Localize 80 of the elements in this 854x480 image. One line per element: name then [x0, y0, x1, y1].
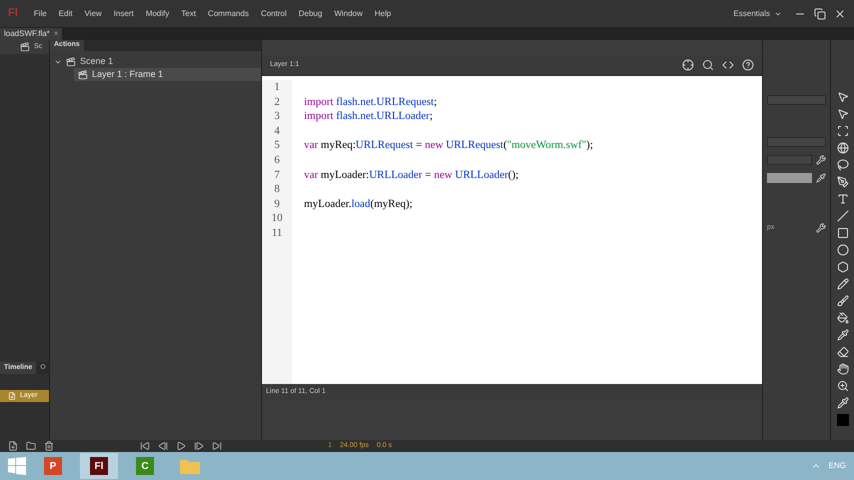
app-logo: Fl — [7, 6, 19, 22]
brush-icon[interactable] — [836, 295, 848, 307]
line-number: 1 — [274, 80, 280, 95]
ellipse-icon[interactable] — [836, 244, 848, 256]
text-icon[interactable] — [836, 193, 848, 205]
restore-icon[interactable] — [814, 8, 826, 20]
eyedropper-icon[interactable] — [816, 173, 826, 183]
target-icon[interactable] — [682, 59, 694, 71]
clapperboard-icon — [20, 42, 30, 52]
arrow-icon[interactable] — [836, 108, 848, 120]
menu-item[interactable]: Text — [181, 8, 196, 20]
rectangle-icon[interactable] — [836, 227, 848, 239]
line-number: 2 — [274, 94, 280, 110]
new-layer-icon[interactable] — [8, 441, 18, 451]
stroke-color-swatch[interactable] — [836, 414, 848, 426]
line-number: 11 — [272, 226, 282, 241]
line-number: 9 — [274, 196, 280, 212]
line-number: 8 — [274, 182, 280, 197]
tree-item[interactable]: Layer 1 : Frame 1 — [74, 68, 261, 81]
tree-item[interactable]: Scene 1 — [50, 55, 261, 68]
lasso-icon[interactable] — [836, 159, 848, 171]
menu-item[interactable]: View — [84, 8, 102, 20]
menu-item[interactable]: Modify — [146, 8, 170, 20]
paint-bucket-icon[interactable] — [836, 312, 848, 324]
step-forward-icon[interactable] — [194, 441, 204, 451]
code-line: myLoader.load(myReq); — [304, 196, 414, 212]
pen-icon[interactable] — [836, 176, 848, 188]
menu-item[interactable]: Debug — [298, 8, 322, 20]
zoom-icon[interactable] — [836, 380, 848, 392]
tab-close-button[interactable]: × — [54, 28, 58, 40]
wrench-icon[interactable] — [816, 223, 826, 234]
help-icon[interactable] — [742, 59, 754, 71]
input-field[interactable] — [767, 137, 826, 147]
eyedropper-icon[interactable] — [836, 397, 848, 409]
input-field[interactable] — [767, 95, 826, 105]
taskbar-app[interactable]: C — [126, 453, 164, 479]
menu-item[interactable]: Edit — [58, 8, 72, 20]
folder-icon[interactable] — [26, 441, 36, 451]
pencil-icon[interactable] — [836, 278, 848, 290]
menu-item[interactable]: Insert — [114, 8, 134, 20]
input-field[interactable] — [767, 155, 812, 165]
line-number: 3 — [274, 109, 280, 124]
code-line: var myReq:URLRequest = new URLRequest("moveWorm.swf"); — [304, 138, 594, 153]
line-number: 10 — [272, 211, 282, 226]
trash-icon[interactable] — [44, 441, 54, 451]
polygon-icon[interactable] — [836, 261, 848, 273]
taskbar-app[interactable]: Fl — [80, 453, 118, 479]
menu-item[interactable]: Control — [260, 8, 287, 20]
eraser-icon[interactable] — [836, 346, 848, 358]
code-line: import flash.net.URLLoader; — [304, 109, 434, 124]
code-icon[interactable] — [722, 59, 734, 71]
taskbar-app[interactable]: P — [34, 453, 72, 479]
menu-item[interactable]: Help — [374, 8, 392, 20]
line-icon[interactable] — [836, 210, 848, 222]
play-icon[interactable] — [176, 441, 186, 451]
first-frame-icon[interactable] — [140, 441, 150, 451]
menu-item[interactable]: File — [34, 8, 47, 20]
workspace-switcher[interactable]: Essentials — [734, 8, 782, 20]
hand-icon[interactable] — [836, 363, 848, 375]
last-frame-icon[interactable] — [212, 441, 222, 451]
clapperboard-icon — [66, 56, 76, 66]
step-back-icon[interactable] — [158, 441, 168, 451]
code-line: var myLoader:URLLoader = new URLLoader(); — [304, 168, 520, 182]
line-number: 6 — [274, 152, 280, 168]
document-tab[interactable]: loadSWF.fla* × — [0, 28, 62, 40]
close-icon[interactable] — [834, 8, 846, 20]
start-icon[interactable] — [8, 457, 26, 475]
color-field[interactable] — [767, 173, 812, 183]
line-number: 5 — [274, 138, 280, 153]
line-number: 7 — [274, 168, 280, 182]
globe-icon[interactable] — [836, 142, 848, 154]
code-editor[interactable]: 1 2 3 4 5 6 7 8 9 10 11 import flash.net.URLRequest; import flash.net.URLLoader; var myReq:URLRequest = new URLRequest("moveWorm.swf"); var myLoader:URLLoader = new URLLoader(); myLoader.load(myReq); — [262, 76, 762, 384]
menu-item[interactable]: Window — [334, 8, 363, 20]
eyedropper-icon[interactable] — [836, 329, 848, 341]
menu-item[interactable]: Commands — [208, 8, 249, 20]
code-line: import flash.net.URLRequest; — [304, 94, 438, 110]
arrow-icon[interactable] — [836, 91, 848, 103]
line-number: 4 — [274, 124, 280, 138]
wrench-icon[interactable] — [816, 155, 826, 165]
search-icon[interactable] — [702, 59, 714, 71]
